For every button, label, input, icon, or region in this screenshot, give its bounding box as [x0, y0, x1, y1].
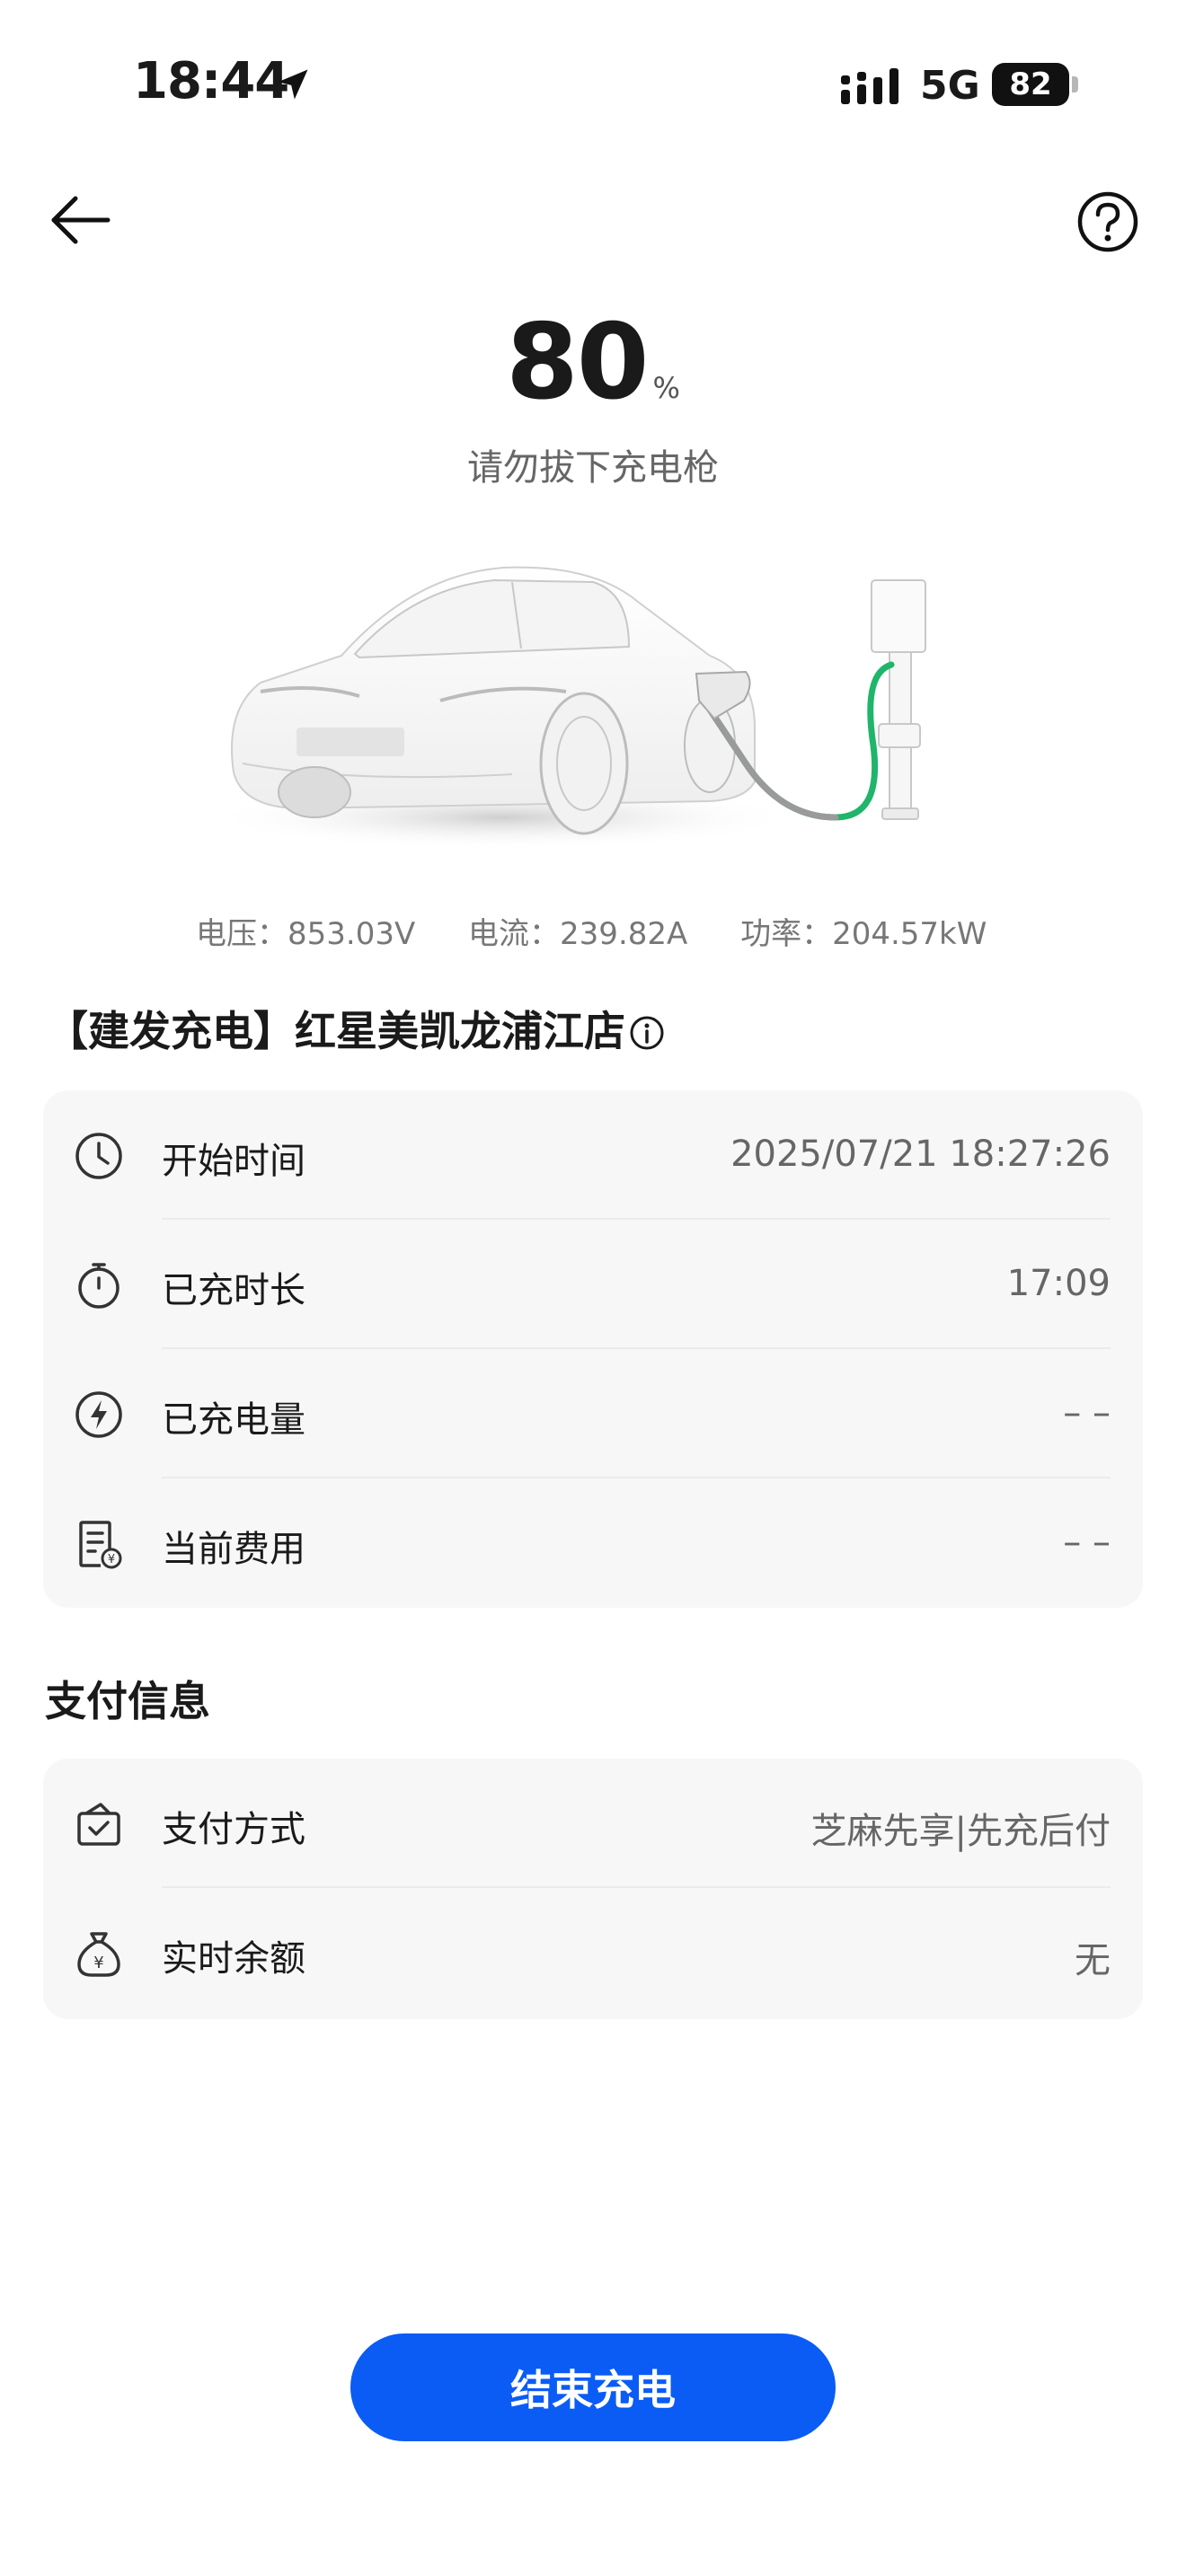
energy-value: – –: [1063, 1392, 1111, 1434]
start-time-row: 开始时间 2025/07/21 18:27:26: [43, 1090, 1143, 1220]
charging-hint: 请勿拔下充电枪: [467, 447, 719, 489]
energy-label: 已充电量: [162, 1399, 305, 1441]
percent-unit: %: [652, 371, 680, 405]
battery-icon: 82: [992, 63, 1080, 106]
receipt-yuan-icon: ¥: [79, 1521, 122, 1569]
bolt-circle-icon: [75, 1391, 122, 1438]
end-charging-button[interactable]: 结束充电: [350, 2333, 836, 2441]
power-metric: 功率：204.57kW: [740, 916, 987, 952]
network-type: 5G: [920, 63, 980, 109]
location-arrow-icon: [278, 69, 308, 100]
voltage-metric: 电压：853.03V: [196, 916, 416, 952]
wallet-check-icon: [77, 1803, 120, 1846]
clock-icon: [75, 1133, 122, 1179]
duration-label: 已充时长: [162, 1270, 305, 1311]
question-circle-icon: [1077, 191, 1138, 252]
balance-label: 实时余额: [162, 1938, 305, 1980]
signal-icon: [841, 68, 898, 104]
percent-value: 80: [506, 302, 649, 423]
payment-method-row: 支付方式 芝麻先享|先充后付: [43, 1759, 1143, 1888]
status-time: 18:44: [133, 52, 289, 110]
duration-value: 17:09: [1006, 1263, 1111, 1304]
station-name-text: 【建发充电】红星美凯龙浦江店: [47, 1007, 625, 1055]
fee-label: 当前费用: [162, 1529, 305, 1570]
arrow-left-icon: [51, 196, 111, 244]
money-bag-icon: ¥: [77, 1932, 120, 1977]
info-circle-icon[interactable]: [629, 1015, 665, 1051]
payment-section-title: 支付信息: [45, 1677, 210, 1725]
charge-percentage: 80%: [0, 302, 1186, 423]
payment-info-card: 支付方式 芝麻先享|先充后付 ¥ 实时余额 无: [43, 1759, 1143, 2019]
energy-row: 已充电量 – –: [43, 1349, 1143, 1478]
current-metric: 电流：239.82A: [468, 916, 688, 952]
svg-text:¥: ¥: [93, 1954, 103, 1972]
session-info-card: 开始时间 2025/07/21 18:27:26 已充时长 17:09 已充电量…: [43, 1090, 1143, 1608]
fee-row: ¥ 当前费用 – –: [43, 1478, 1143, 1608]
back-button[interactable]: [45, 189, 117, 251]
start-time-value: 2025/07/21 18:27:26: [730, 1134, 1111, 1175]
payment-method-label: 支付方式: [162, 1809, 305, 1850]
start-time-label: 开始时间: [162, 1141, 305, 1182]
balance-value: 无: [1075, 1940, 1111, 1981]
station-name[interactable]: 【建发充电】红星美凯龙浦江店: [47, 999, 665, 1058]
fee-value: – –: [1063, 1522, 1111, 1563]
duration-row: 已充时长 17:09: [43, 1220, 1143, 1349]
battery-level: 82: [992, 63, 1069, 106]
charging-metrics: 电压：853.03V 电流：239.82A 功率：204.57kW: [196, 909, 1030, 953]
balance-row: ¥ 实时余额 无: [43, 1888, 1143, 2017]
svg-text:¥: ¥: [108, 1553, 115, 1566]
car-charging-illustration: [207, 566, 926, 850]
payment-method-value: 芝麻先享|先充后付: [810, 1811, 1111, 1852]
help-button[interactable]: [1076, 190, 1139, 253]
stopwatch-icon: [78, 1263, 119, 1309]
